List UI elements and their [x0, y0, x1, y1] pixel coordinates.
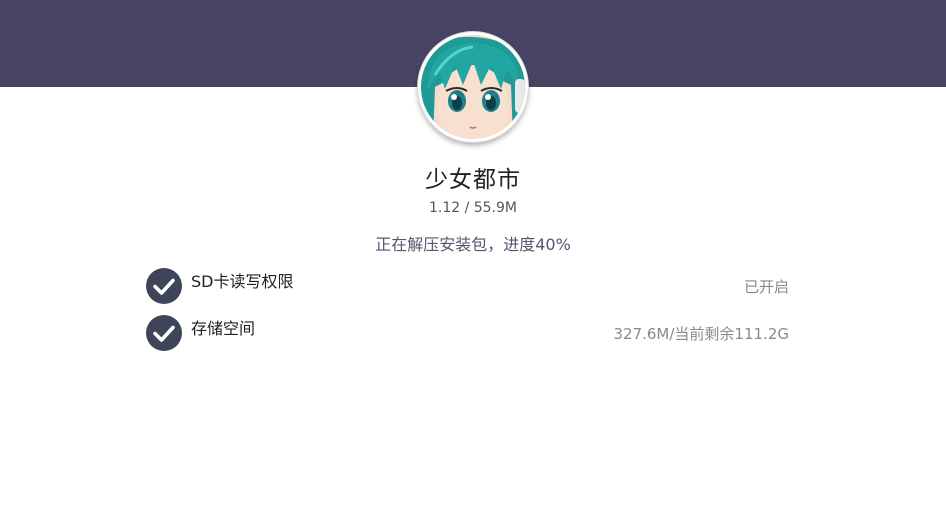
anime-avatar-icon	[421, 35, 525, 139]
storage-label: 存储空间	[191, 319, 256, 338]
app-icon	[418, 32, 528, 142]
storage-value: 327.6M/当前剩余111.2G	[613, 325, 789, 343]
check-icon	[146, 315, 182, 351]
storage-space-row: 存储空间 327.6M/当前剩余111.2G	[146, 315, 789, 351]
permission-label: SD卡读写权限	[191, 272, 294, 291]
permission-row-sd-card: SD卡读写权限 已开启	[146, 268, 789, 304]
install-progress-status: 正在解压安装包，进度40%	[375, 235, 571, 254]
app-title: 少女都市	[425, 167, 521, 193]
check-icon	[146, 268, 182, 304]
version-size-text: 1.12 / 55.9M	[428, 200, 518, 216]
permission-status: 已开启	[743, 278, 789, 296]
